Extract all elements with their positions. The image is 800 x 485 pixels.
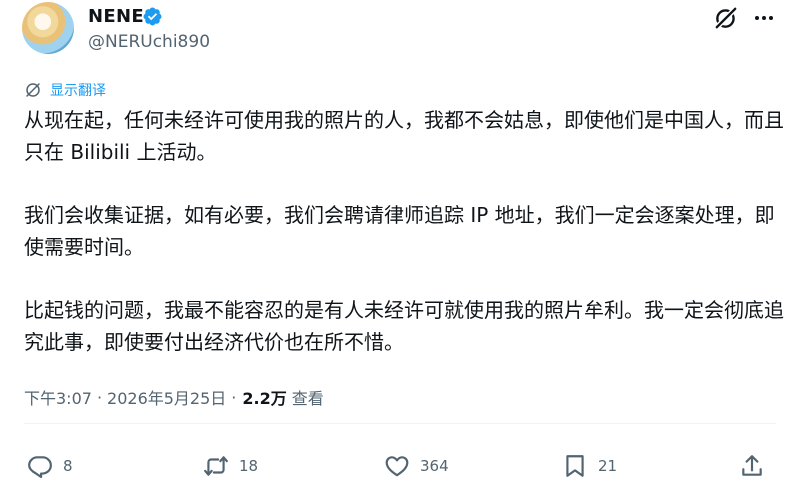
bookmark-icon <box>566 455 584 477</box>
post-paragraph: 比起钱的问题，我最不能容忍的是有人未经许可就使用我的照片牟利。我一定会彻底追究此… <box>24 298 784 354</box>
author-handle[interactable]: @NERUchi890 <box>88 32 210 52</box>
views-label: 查看 <box>291 389 324 408</box>
meta-separator: · <box>231 387 237 407</box>
share-button[interactable] <box>739 453 765 479</box>
repost-icon <box>204 456 228 476</box>
bookmark-count: 21 <box>598 457 618 475</box>
more-icon[interactable] <box>752 6 776 30</box>
like-count: 364 <box>420 457 449 475</box>
like-icon <box>385 456 409 477</box>
post-paragraph: 我们会收集证据，如有必要，我们会聘请律师追踪 IP 地址，我们一定会逐案处理，即… <box>24 203 775 259</box>
repost-button[interactable]: 18 <box>203 453 258 479</box>
divider <box>24 423 776 424</box>
meta-separator: · <box>96 387 103 407</box>
avatar[interactable] <box>22 2 74 54</box>
repost-count: 18 <box>239 457 259 475</box>
post-paragraph: 从现在起，任何未经许可使用我的照片的人，我都不会姑息，即使他们是中国人，而且只在… <box>24 108 784 164</box>
translate-icon <box>26 83 40 97</box>
post-text: 从现在起，任何未经许可使用我的照片的人，我都不会姑息，即使他们是中国人，而且只在… <box>24 104 784 389</box>
post-meta: 下午3:07 · 2026年5月25日 · 2.2万 查看 <box>24 385 324 409</box>
reply-button[interactable]: 8 <box>27 453 73 479</box>
show-translation-button[interactable]: 显示翻译 <box>24 80 106 100</box>
author-name[interactable]: NENE <box>88 6 144 27</box>
reply-count: 8 <box>63 457 73 475</box>
views-count: 2.2万 <box>242 389 287 408</box>
verified-badge-icon <box>143 7 162 26</box>
translate-label: 显示翻译 <box>50 83 106 99</box>
reply-icon <box>28 456 52 479</box>
post-date[interactable]: 2026年5月25日 <box>107 385 226 409</box>
bookmark-button[interactable]: 21 <box>562 453 617 479</box>
post-time[interactable]: 下午3:07 <box>24 385 92 409</box>
like-button[interactable]: 364 <box>384 453 449 479</box>
grok-icon[interactable] <box>713 5 739 31</box>
share-icon <box>742 455 762 476</box>
